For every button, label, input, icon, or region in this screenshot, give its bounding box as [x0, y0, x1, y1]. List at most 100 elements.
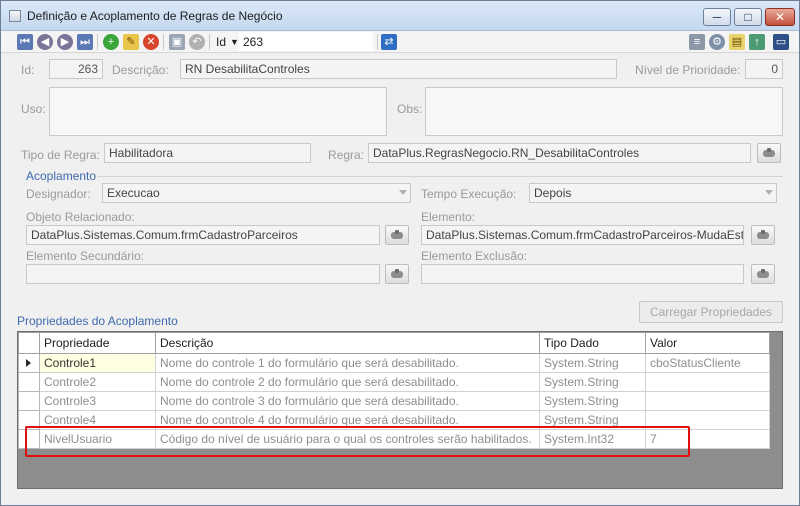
cell-tipo-dado[interactable]: System.String — [539, 391, 646, 411]
descricao-field[interactable]: RN DesabilitaControles — [180, 59, 617, 79]
cell-propriedade[interactable]: Controle3 — [39, 391, 156, 411]
table-row[interactable]: Controle4 Nome do controle 4 do formulár… — [18, 410, 770, 430]
next-record-icon[interactable]: ▶ — [57, 34, 73, 50]
column-header-valor[interactable]: Valor — [645, 332, 770, 354]
cell-valor[interactable] — [645, 391, 770, 411]
designador-value: Execucao — [107, 186, 160, 200]
tempo-select[interactable]: Depois — [529, 183, 777, 203]
cell-propriedade[interactable]: Controle2 — [39, 372, 156, 392]
id-label: Id: — [21, 63, 35, 77]
undo-icon[interactable]: ↶ — [189, 34, 205, 50]
current-row-arrow-icon — [26, 359, 31, 367]
cell-descricao[interactable]: Nome do controle 2 do formulário que ser… — [155, 372, 540, 392]
table-row[interactable]: Controle1 Nome do controle 1 do formulár… — [18, 353, 770, 373]
objeto-field[interactable]: DataPlus.Sistemas.Comum.frmCadastroParce… — [26, 225, 380, 245]
table-row[interactable]: Controle3 Nome do controle 3 do formulár… — [18, 391, 770, 411]
minimize-button[interactable]: ─ — [703, 8, 731, 26]
uso-label: Uso: — [21, 102, 46, 116]
acoplamento-title: Acoplamento — [26, 169, 97, 183]
chevron-down-icon[interactable]: ▼ — [230, 37, 239, 47]
uso-field[interactable] — [49, 87, 387, 136]
column-header-propriedade[interactable]: Propriedade — [39, 332, 156, 354]
prev-record-icon[interactable]: ◀ — [37, 34, 53, 50]
edit-icon[interactable]: ✎ — [123, 34, 139, 50]
toolbar-separator — [209, 34, 210, 50]
cell-descricao[interactable]: Código do nível de usuário para o qual o… — [155, 429, 540, 449]
regra-picker-button[interactable] — [757, 143, 781, 163]
row-selector[interactable] — [18, 429, 40, 449]
cell-valor[interactable] — [645, 410, 770, 430]
cell-tipo-dado[interactable]: System.String — [539, 372, 646, 392]
find-icon[interactable]: ⇄ — [381, 34, 397, 50]
elemento-secundario-label: Elemento Secundário: — [26, 249, 145, 263]
cell-propriedade[interactable]: NivelUsuario — [39, 429, 156, 449]
regra-field[interactable]: DataPlus.RegrasNegocio.RN_DesabilitaCont… — [368, 143, 751, 163]
cell-valor[interactable]: cboStatusCliente — [645, 353, 770, 373]
toolbar-separator — [377, 34, 378, 50]
id-field[interactable]: 263 — [49, 59, 103, 79]
table-row[interactable]: NivelUsuario Código do nível de usuário … — [18, 429, 770, 449]
propriedades-grid: Propriedade Descrição Tipo Dado Valor Co… — [17, 331, 783, 489]
prioridade-field[interactable]: 0 — [745, 59, 783, 79]
row-selector[interactable] — [18, 372, 40, 392]
cell-descricao[interactable]: Nome do controle 4 do formulário que ser… — [155, 410, 540, 430]
add-icon[interactable]: + — [103, 34, 119, 50]
cell-valor[interactable] — [645, 372, 770, 392]
elemento-picker-button[interactable] — [751, 225, 775, 245]
close-button[interactable]: ✕ — [765, 8, 795, 26]
elemento-secundario-field[interactable] — [26, 264, 380, 284]
cell-descricao[interactable]: Nome do controle 3 do formulário que ser… — [155, 391, 540, 411]
toolbar-id-input[interactable]: 263 — [239, 32, 373, 51]
save-icon[interactable]: ▣ — [169, 34, 185, 50]
obs-field[interactable] — [425, 87, 783, 136]
propriedades-table: Propriedade Descrição Tipo Dado Valor Co… — [18, 332, 770, 449]
propriedades-title: Propriedades do Acoplamento — [17, 314, 178, 328]
toolbar-separator — [163, 34, 164, 50]
cell-valor[interactable]: 7 — [645, 429, 770, 449]
first-record-icon[interactable]: ⏮ — [17, 34, 33, 50]
objeto-label: Objeto Relacionado: — [26, 210, 135, 224]
list-icon[interactable]: ≡ — [689, 34, 705, 50]
tempo-value: Depois — [534, 186, 572, 200]
row-selector[interactable] — [18, 391, 40, 411]
column-header-rowselector — [18, 332, 40, 354]
toolbar-separator — [97, 34, 98, 50]
row-selector[interactable] — [18, 353, 40, 373]
cell-tipo-dado[interactable]: System.String — [539, 410, 646, 430]
tipo-regra-field[interactable]: Habilitadora — [104, 143, 311, 163]
toolbar: ⏮ ◀ ▶ ⏭ + ✎ ✕ ▣ ↶ Id ▼ 263 ⇄ ≡ ⚙ ▤ ↑ ▭ — [1, 31, 799, 53]
last-record-icon[interactable]: ⏭ — [77, 34, 93, 50]
cell-tipo-dado[interactable]: System.Int32 — [539, 429, 646, 449]
objeto-picker-button[interactable] — [385, 225, 409, 245]
cell-propriedade[interactable]: Controle4 — [39, 410, 156, 430]
designador-label: Designador: — [26, 187, 91, 201]
cell-descricao[interactable]: Nome do controle 1 do formulário que ser… — [155, 353, 540, 373]
column-header-descricao[interactable]: Descrição — [155, 332, 540, 354]
window-icon[interactable]: ▭ — [773, 34, 789, 50]
elemento-exclusao-picker-button[interactable] — [751, 264, 775, 284]
cell-tipo-dado[interactable]: System.String — [539, 353, 646, 373]
toolbar-id-label: Id — [216, 35, 227, 49]
elemento-exclusao-label: Elemento Exclusão: — [421, 249, 528, 263]
main-window: Definição e Acoplamento de Regras de Neg… — [0, 0, 800, 506]
window-title: Definição e Acoplamento de Regras de Neg… — [27, 9, 283, 23]
row-selector[interactable] — [18, 410, 40, 430]
chevron-down-icon — [399, 190, 407, 195]
elemento-exclusao-field[interactable] — [421, 264, 744, 284]
settings-icon[interactable]: ⚙ — [709, 34, 725, 50]
designador-select[interactable]: Execucao — [102, 183, 411, 203]
tipo-regra-label: Tipo de Regra: — [21, 148, 100, 162]
delete-icon[interactable]: ✕ — [143, 34, 159, 50]
carregar-propriedades-button[interactable]: Carregar Propriedades — [639, 301, 783, 323]
column-header-tipo-dado[interactable]: Tipo Dado — [539, 332, 646, 354]
maximize-button[interactable]: □ — [734, 8, 762, 26]
elemento-field[interactable]: DataPlus.Sistemas.Comum.frmCadastroParce… — [421, 225, 744, 245]
report-icon[interactable]: ▤ — [729, 34, 745, 50]
obs-label: Obs: — [397, 102, 423, 116]
elemento-secundario-picker-button[interactable] — [385, 264, 409, 284]
export-icon[interactable]: ↑ — [749, 34, 765, 50]
window-app-icon — [9, 10, 21, 22]
cell-propriedade[interactable]: Controle1 — [39, 353, 156, 373]
title-bar: Definição e Acoplamento de Regras de Neg… — [1, 1, 799, 31]
table-row[interactable]: Controle2 Nome do controle 2 do formulár… — [18, 372, 770, 392]
